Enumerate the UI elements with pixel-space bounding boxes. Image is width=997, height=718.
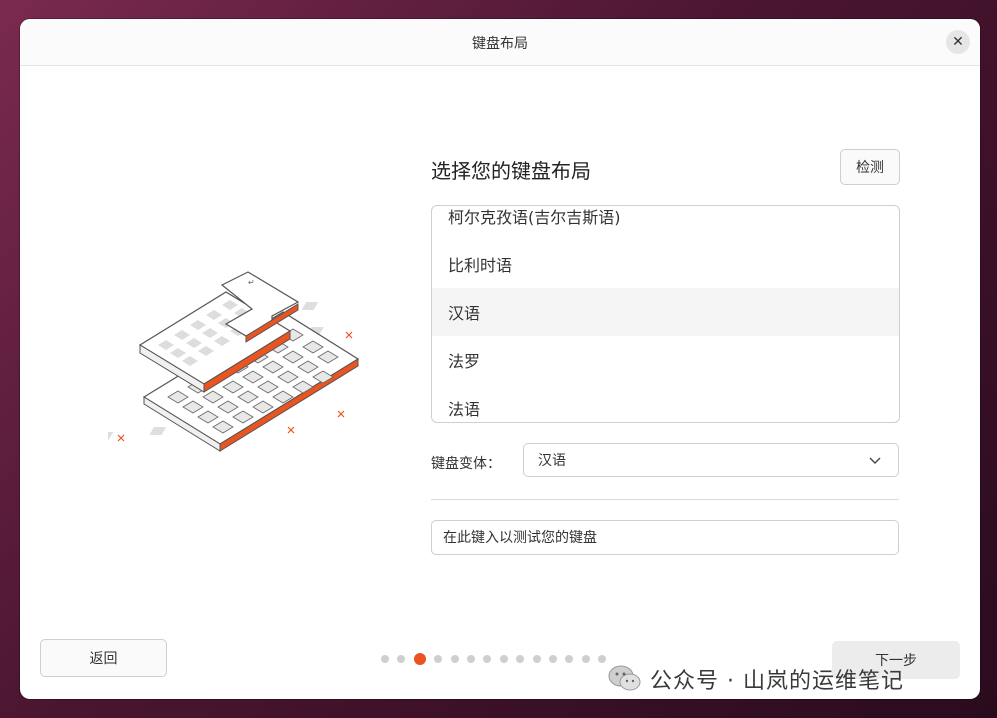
- list-item[interactable]: 法罗: [432, 336, 899, 384]
- close-icon: ✕: [952, 34, 964, 50]
- progress-dot: [548, 655, 557, 663]
- title-bar: 键盘布局 ✕: [20, 19, 980, 66]
- progress-dot: [450, 655, 459, 663]
- detect-button[interactable]: 检测: [840, 149, 900, 185]
- installer-window: 键盘布局 ✕ ↵ 选择您的键盘布局 检测 柯尔克孜语(吉尔吉斯语) 比利时语 汉…: [20, 19, 980, 699]
- variant-select[interactable]: 汉语: [523, 443, 899, 477]
- progress-dot-active: [413, 653, 426, 665]
- keyboard-test-input[interactable]: [431, 520, 899, 555]
- list-item[interactable]: 法语: [432, 384, 899, 422]
- divider: [431, 499, 899, 500]
- page-heading: 选择您的键盘布局: [431, 159, 591, 183]
- progress-dot: [483, 655, 492, 663]
- progress-dot: [598, 655, 607, 663]
- wechat-icon: [608, 665, 641, 691]
- list-item-selected[interactable]: 汉语: [432, 288, 899, 336]
- progress-dot: [381, 655, 389, 663]
- close-button[interactable]: ✕: [946, 30, 970, 54]
- progress-dot: [516, 655, 525, 663]
- keyboard-illustration-icon: ↵: [108, 271, 360, 452]
- progress-dot: [434, 655, 443, 663]
- list-item[interactable]: 比利时语: [432, 240, 899, 288]
- progress-dot: [532, 655, 541, 663]
- progress-dot: [565, 655, 574, 663]
- progress-dot: [581, 655, 590, 663]
- back-button[interactable]: 返回: [40, 639, 167, 677]
- progress-dots: [381, 653, 614, 665]
- variant-label: 键盘变体：: [431, 456, 501, 472]
- progress-dot: [499, 655, 508, 663]
- variant-value: 汉语: [538, 453, 566, 469]
- watermark-text: 公众号 · 山岚的运维笔记: [650, 669, 904, 694]
- chevron-down-icon: [869, 457, 881, 464]
- progress-dot: [397, 655, 406, 663]
- list-item[interactable]: 柯尔克孜语(吉尔吉斯语): [432, 206, 899, 240]
- window-title: 键盘布局: [472, 36, 528, 52]
- watermark: 公众号 · 山岚的运维笔记: [608, 660, 904, 698]
- svg-text:↵: ↵: [248, 278, 255, 287]
- keyboard-layout-list[interactable]: 柯尔克孜语(吉尔吉斯语) 比利时语 汉语 法罗 法语: [431, 205, 900, 423]
- progress-dot: [466, 655, 475, 663]
